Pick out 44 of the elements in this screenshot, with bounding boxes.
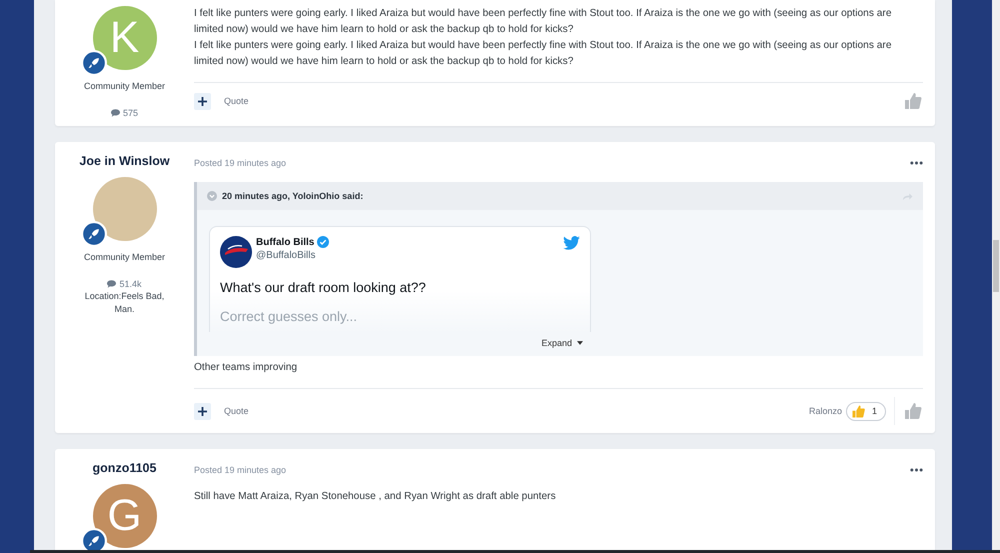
post-text: I felt like punters were going early. I liked Araiza but would have been perfectly fine with Stout too. If Araiza is the one we go with (seeing as our options are limited now) would we have him learn to hold or ask the backup qb to hold for kicks? [194,39,892,69]
quote-attribution: 20 minutes ago, YoloinOhio said: [222,191,364,201]
quote-link[interactable]: Quote [224,96,249,106]
add-button[interactable] [194,402,211,420]
team-logo-icon [220,236,252,268]
add-button[interactable] [194,92,211,110]
rocket-badge-icon [80,50,106,76]
tweet-text: What's our draft room looking at?? [220,280,427,295]
rocket-badge-icon [80,221,106,247]
comment-icon [110,109,120,117]
post-count: 51.4k [119,279,142,289]
quote-link[interactable]: Quote [224,406,249,416]
post-time[interactable]: Posted 19 minutes ago [194,158,286,168]
post-text: Other teams improving [194,361,298,375]
reaction-count: 1 [872,406,877,416]
expand-button[interactable]: Expand [541,338,583,348]
more-options-icon[interactable] [910,468,923,472]
bird-icon[interactable] [563,236,580,250]
member-rank: Community Member [84,252,166,262]
comment-icon [107,280,116,288]
letter-avatar: G [92,484,156,548]
thumbs-up-icon[interactable] [903,91,923,111]
thumbs-up-icon[interactable] [903,401,923,421]
author-name[interactable]: Joe in Winslow [79,154,170,168]
letter-avatar: K [92,6,156,70]
collapse-caret-icon[interactable] [207,191,217,201]
post-count: 575 [122,108,138,118]
caret-icon [577,341,583,345]
author-name[interactable]: gonzo1105 [92,461,156,475]
post-text: Still have Matt Araiza, Ryan Stonehouse , and Ryan Wright as draft able punters [194,490,557,504]
member-rank: Community Member [84,81,166,91]
account-handle[interactable]: @BuffaloBills [256,250,559,261]
account-name[interactable]: Buffalo Bills [256,236,314,248]
more-options-icon[interactable] [910,161,923,165]
reaction-user[interactable]: Ralonzo [808,406,842,416]
member-location: Location:Feels Bad, Man. [84,290,166,316]
post-text: I felt like punters were going early. I liked Araiza but would have been perfectly fine with Stout too. If Araiza is the one we go with (seeing as our options are limited now) would we have him learn to hold or ask the backup qb to hold for kicks? [194,7,892,37]
plus-icon [198,406,207,416]
tweet-text: Correct guesses only... [220,309,358,326]
scrollbar[interactable] [992,0,1000,553]
reaction-pill[interactable]: 1 [846,402,886,420]
post-time[interactable]: Posted 19 minutes ago [194,465,286,475]
thumbs-up-icon [850,404,866,418]
plus-icon [198,96,207,106]
